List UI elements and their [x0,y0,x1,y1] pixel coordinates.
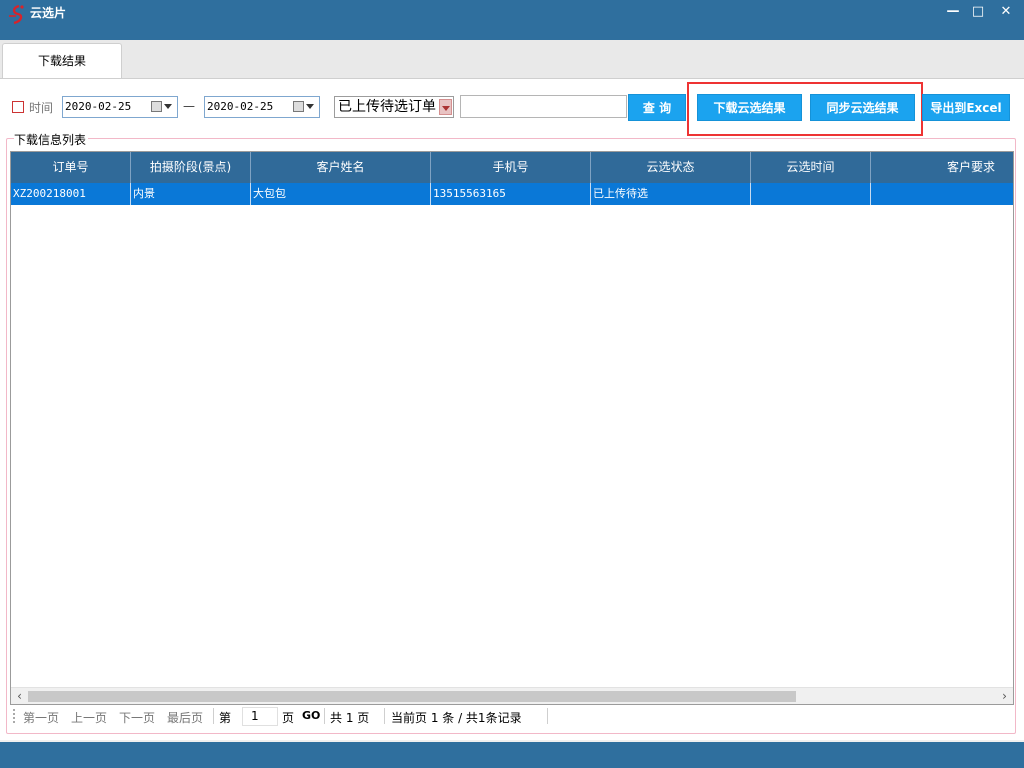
cell-phone: 13515563165 [431,183,591,205]
date-to-value: 2020-02-25 [207,100,274,113]
export-excel-button[interactable]: 导出到Excel [922,94,1010,121]
date-from-value: 2020-02-25 [65,100,132,113]
column-header-customer-name[interactable]: 客户姓名 [251,152,431,183]
date-to-picker[interactable]: 2020-02-25 [204,96,320,118]
cell-select-status: 已上传待选 [591,183,751,205]
pager: 第一页 上一页 下一页 最后页 第 1 页 GO 共 1 页 当前页 1 条 /… [10,705,1014,727]
window-title: 云选片 [30,6,67,20]
title-bar: 云选片 — □ ✕ [0,0,1024,40]
minimize-button[interactable]: — [943,4,963,20]
date-separator: — [183,99,195,113]
pager-divider [213,708,214,724]
horizontal-scrollbar[interactable]: ‹ › [11,687,1013,704]
cell-shoot-stage: 内景 [131,183,251,205]
download-results-button[interactable]: 下载云选结果 [697,94,802,121]
time-checkbox-label: 时间 [29,101,54,115]
grid-header: 订单号 拍摄阶段(景点) 客户姓名 手机号 云选状态 云选时间 客户要求 [11,152,1013,183]
next-page-button[interactable]: 下一页 [119,709,155,726]
calendar-icon [151,101,162,112]
cell-order-no: XZ200218001 [11,183,131,205]
page-number-input[interactable]: 1 [242,707,278,726]
cell-select-time [751,183,871,205]
time-checkbox[interactable] [12,101,24,113]
page-suffix: 页 [282,711,295,725]
cell-customer-name: 大包包 [251,183,431,205]
maximize-button[interactable]: □ [968,4,988,20]
calendar-icon [293,101,304,112]
status-select[interactable]: 已上传待选订单 [334,96,454,118]
go-button[interactable]: GO [302,709,320,722]
pager-grip [13,709,15,723]
scrollbar-thumb[interactable] [28,691,796,702]
status-select-value: 已上传待选订单 [338,99,436,115]
status-bar [0,742,1024,768]
pager-divider [547,708,548,724]
total-pages-text: 共 1 页 [330,711,370,725]
main-content: 时间 2020-02-25 — 2020-02-25 已上传待选订单 查 询 下… [0,78,1024,740]
first-page-button[interactable]: 第一页 [23,709,59,726]
sync-results-button[interactable]: 同步云选结果 [810,94,915,121]
cell-customer-request [871,183,1013,205]
page-prefix: 第 [219,711,232,725]
column-header-phone[interactable]: 手机号 [431,152,591,183]
app-logo-icon [9,4,24,25]
column-header-shoot-stage[interactable]: 拍摄阶段(景点) [131,152,251,183]
date-to-calendar-button[interactable] [293,100,315,114]
record-summary-text: 当前页 1 条 / 共1条记录 [391,711,522,725]
column-header-select-time[interactable]: 云选时间 [751,152,871,183]
results-grid[interactable]: 订单号 拍摄阶段(景点) 客户姓名 手机号 云选状态 云选时间 客户要求 XZ2… [10,151,1014,705]
date-from-calendar-button[interactable] [151,100,173,114]
last-page-button[interactable]: 最后页 [167,709,203,726]
chevron-down-icon [164,104,172,109]
chevron-down-icon[interactable] [439,99,452,115]
chevron-down-icon [306,104,314,109]
chevron-right-icon[interactable]: › [996,688,1013,704]
close-button[interactable]: ✕ [996,4,1016,20]
tab-download-results[interactable]: 下载结果 [2,43,122,80]
query-button[interactable]: 查 询 [628,94,686,121]
group-title: 下载信息列表 [14,131,89,148]
column-header-order-no[interactable]: 订单号 [11,152,131,183]
table-row[interactable]: XZ200218001 内景 大包包 13515563165 已上传待选 [11,183,1013,205]
pager-divider [324,708,325,724]
prev-page-button[interactable]: 上一页 [71,709,107,726]
pager-divider [384,708,385,724]
chevron-left-icon[interactable]: ‹ [11,688,28,704]
search-input[interactable] [460,95,627,118]
column-header-select-status[interactable]: 云选状态 [591,152,751,183]
column-header-customer-request[interactable]: 客户要求 [871,152,1013,183]
tab-strip: 下载结果 [0,40,1024,80]
date-from-picker[interactable]: 2020-02-25 [62,96,178,118]
